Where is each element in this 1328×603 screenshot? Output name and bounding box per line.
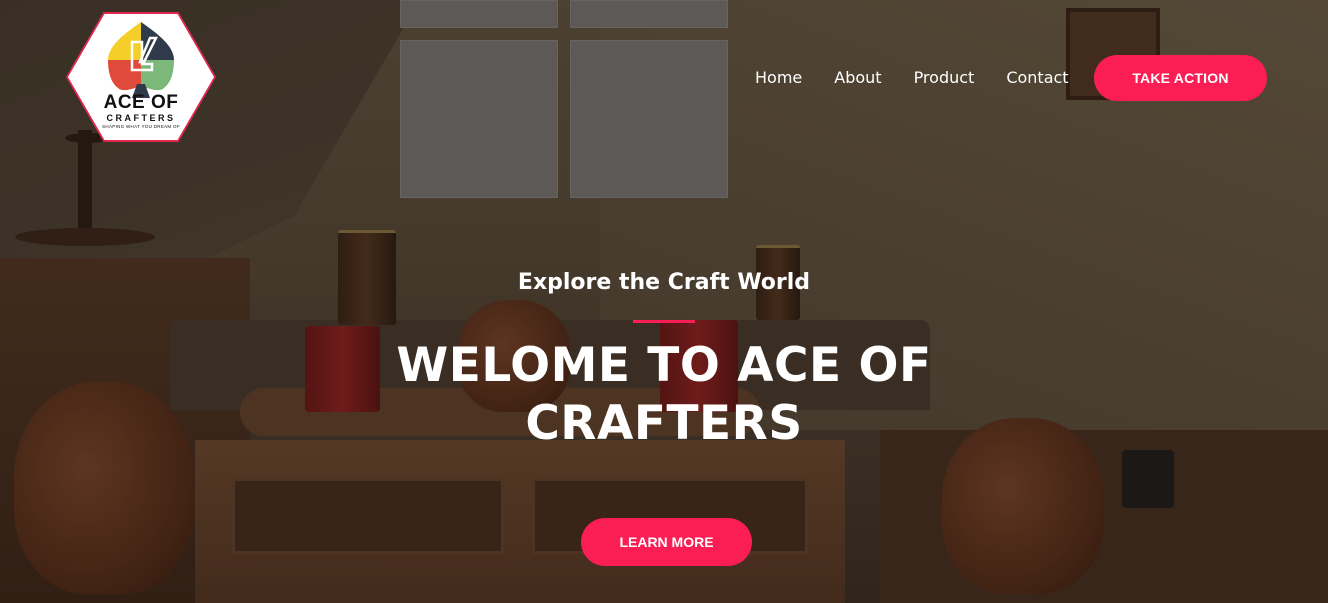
hero-divider [633, 320, 695, 323]
brand-logo[interactable]: ACE OF CRAFTERS SHAPING WHAT YOU DREAM O… [66, 12, 216, 142]
spade-chair-logo-icon [108, 22, 174, 98]
learn-more-button[interactable]: LEARN MORE [581, 518, 752, 566]
logo-title: ACE OF [103, 92, 179, 113]
logo-subtitle: CRAFTERS [106, 113, 176, 123]
hero-headline: WELOME TO ACE OF CRAFTERS [396, 338, 932, 451]
take-action-button[interactable]: TAKE ACTION [1094, 55, 1267, 101]
logo-tagline: SHAPING WHAT YOU DREAM OF [102, 124, 180, 129]
hero-section: Explore the Craft World WELOME TO ACE OF… [0, 268, 1328, 453]
nav-item-home[interactable]: Home [755, 67, 802, 89]
main-nav: Home About Product Contact [740, 67, 1101, 89]
nav-item-contact[interactable]: Contact [1006, 67, 1068, 89]
nav-item-product[interactable]: Product [914, 67, 975, 89]
nav-item-about[interactable]: About [834, 67, 881, 89]
hero-subtitle: Explore the Craft World [517, 270, 811, 295]
